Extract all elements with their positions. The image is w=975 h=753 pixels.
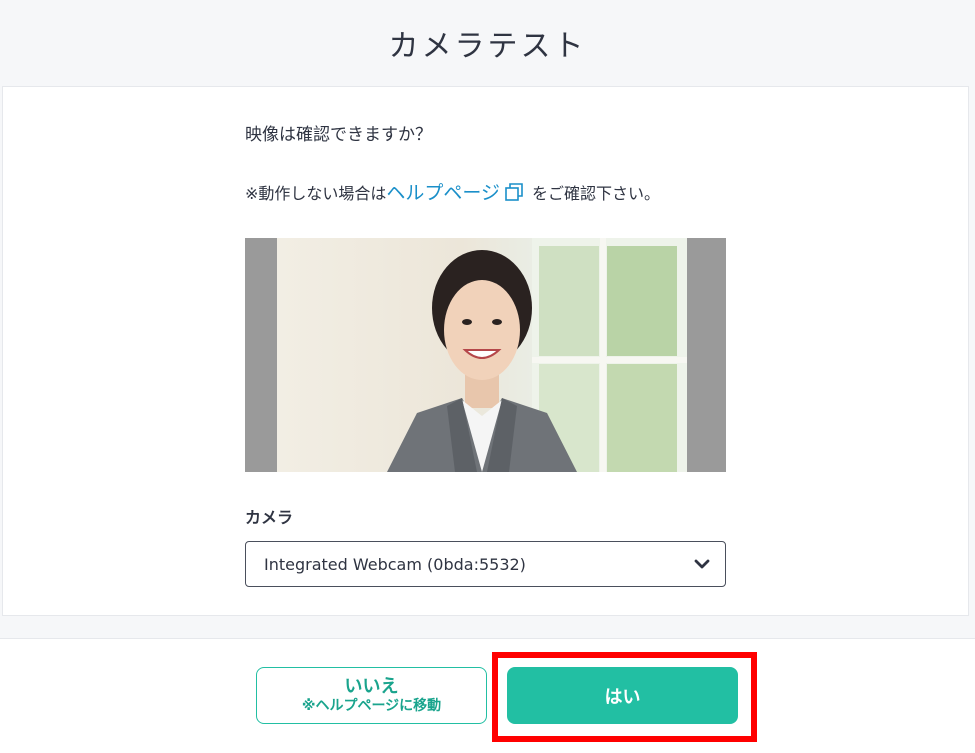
no-button-label: いいえ: [344, 675, 399, 697]
webcam-image: [387, 238, 687, 472]
page-title: カメラテスト: [388, 29, 587, 64]
chevron-down-icon: [693, 556, 711, 572]
no-button[interactable]: いいえ ※ヘルプページに移動: [256, 667, 487, 724]
camera-preview-frame: [277, 238, 687, 472]
external-link-icon[interactable]: [504, 182, 526, 202]
camera-preview: [245, 238, 726, 472]
help-page-link[interactable]: ヘルプページ: [386, 178, 500, 205]
help-suffix: をご確認下さい。: [532, 183, 661, 203]
no-button-sublabel: ※ヘルプページに移動: [301, 698, 442, 714]
camera-select[interactable]: Integrated Webcam (0bda:5532): [245, 541, 726, 587]
help-prefix: ※動作しない場合は: [245, 183, 387, 203]
video-question: 映像は確認できますか？: [245, 125, 432, 145]
yes-button[interactable]: はい: [507, 667, 738, 724]
yes-button-label: はい: [604, 686, 641, 708]
help-notice: ※動作しない場合は ヘルプページ をご確認下さい。: [245, 178, 660, 205]
camera-label: カメラ: [245, 508, 294, 527]
footer-bar: [0, 638, 975, 753]
camera-select-value: Integrated Webcam (0bda:5532): [264, 554, 526, 574]
